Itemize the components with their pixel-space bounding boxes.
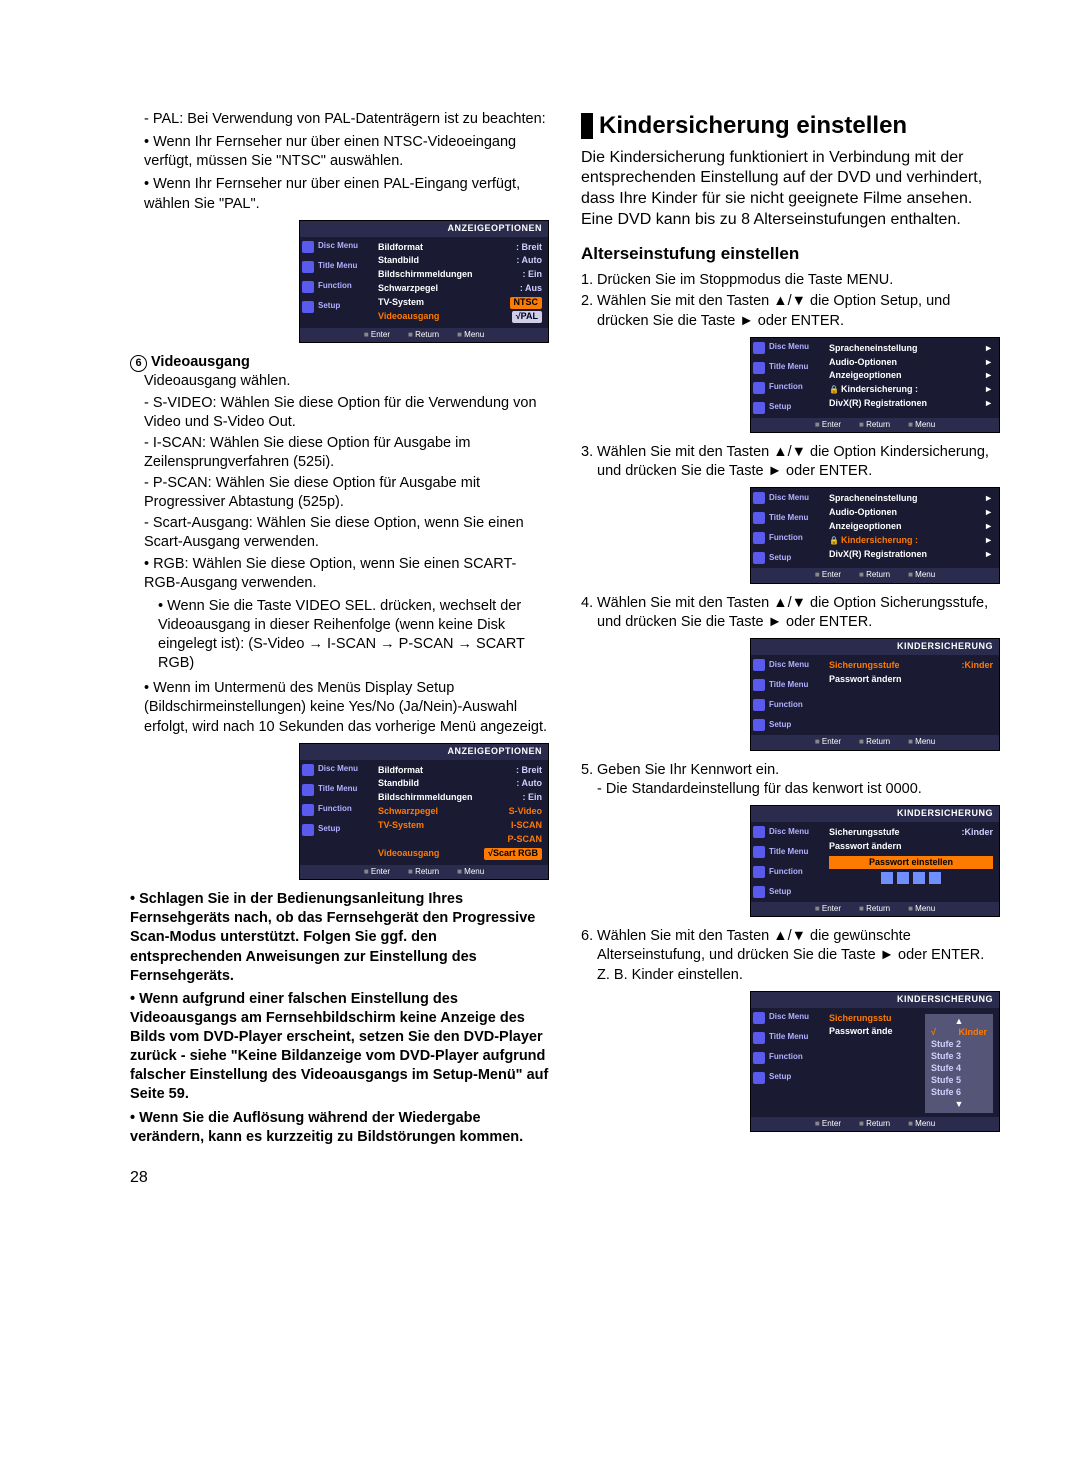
lock-icon: Kindersicherung : xyxy=(829,535,918,547)
password-prompt: Passwort einstellen xyxy=(829,856,993,870)
iscan-option: - I-SCAN: Wählen Sie diese Option für Au… xyxy=(144,434,549,472)
pal-note: - PAL: Bei Verwendung von PAL-Datenträge… xyxy=(144,110,549,129)
lock-icon: Kindersicherung : xyxy=(829,384,918,396)
submenu-timeout-note: • Wenn im Untermenü des Menüs Display Se… xyxy=(144,679,549,736)
osd-kindersicherung-password: KINDERSICHERUNG Disc Menu Title Menu Fun… xyxy=(750,805,1000,917)
step-number-icon: 6 xyxy=(130,355,147,372)
manual-page: - PAL: Bei Verwendung von PAL-Datenträge… xyxy=(0,0,1080,1461)
videosel-note: • Wenn Sie die Taste VIDEO SEL. drücken,… xyxy=(158,597,549,674)
warning-resolution: • Wenn Sie die Auflösung während der Wie… xyxy=(130,1109,549,1147)
up-down-icon: ▲/▼ xyxy=(773,293,806,309)
heading-bar-icon xyxy=(581,113,593,139)
videoausgang-intro: Videoausgang wählen. xyxy=(144,372,549,391)
step-1: 1. Drücken Sie im Stoppmodus die Taste M… xyxy=(581,271,1000,290)
left-column: - PAL: Bei Verwendung von PAL-Datenträge… xyxy=(130,110,549,1188)
osd-sidebar: Disc Menu Title Menu Function Setup xyxy=(300,237,374,328)
up-down-icon: ▲/▼ xyxy=(773,928,806,944)
subsection-heading: Alterseinstufung einstellen xyxy=(581,243,1000,265)
two-column-layout: - PAL: Bei Verwendung von PAL-Datenträge… xyxy=(130,110,1000,1188)
warning-progressive: • Schlagen Sie in der Bedienungsanleitun… xyxy=(130,890,549,986)
step-5: 5. Geben Sie Ihr Kennwort ein. - Die Sta… xyxy=(581,761,1000,799)
password-fields xyxy=(829,872,993,884)
section-heading: Kindersicherung einstellen xyxy=(581,110,1000,142)
pscan-option: - P-SCAN: Wählen Sie diese Option für Au… xyxy=(144,474,549,512)
up-down-icon: ▲/▼ xyxy=(773,595,806,611)
osd-kindersicherung-1: KINDERSICHERUNG Disc Menu Title Menu Fun… xyxy=(750,638,1000,750)
videoausgang-heading: 6Videoausgang xyxy=(130,353,549,372)
osd-setup-menu-1: Disc Menu Title Menu Function Setup Spra… xyxy=(750,337,1000,434)
scart-option: - Scart-Ausgang: Wählen Sie diese Option… xyxy=(144,514,549,552)
step-2: 2. Wählen Sie mit den Tasten ▲/▼ die Opt… xyxy=(581,292,1000,330)
section-intro: Die Kindersicherung funktioniert in Verb… xyxy=(581,148,1000,231)
ntsc-note: • Wenn Ihr Fernseher nur über einen NTSC… xyxy=(144,133,549,171)
section-title: Kindersicherung einstellen xyxy=(599,110,907,142)
step-6: 6. Wählen Sie mit den Tasten ▲/▼ die gew… xyxy=(581,927,1000,984)
osd-title: ANZEIGEOPTIONEN xyxy=(300,744,548,760)
page-number: 28 xyxy=(130,1167,549,1188)
svideo-option: - S-VIDEO: Wählen Sie diese Option für d… xyxy=(144,394,549,432)
osd-anzeigeoptionen-1: ANZEIGEOPTIONEN Disc Menu Title Menu Fun… xyxy=(299,220,549,344)
up-down-icon: ▲/▼ xyxy=(773,444,806,460)
step-4: 4. Wählen Sie mit den Tasten ▲/▼ die Opt… xyxy=(581,594,1000,632)
pal-select-note: • Wenn Ihr Fernseher nur über einen PAL-… xyxy=(144,175,549,213)
warning-reset: • Wenn aufgrund einer falschen Einstellu… xyxy=(130,990,549,1105)
rgb-option: • RGB: Wählen Sie diese Option, wenn Sie… xyxy=(144,555,549,593)
step-3: 3. Wählen Sie mit den Tasten ▲/▼ die Opt… xyxy=(581,443,1000,481)
osd-kindersicherung-levels: KINDERSICHERUNG Disc Menu Title Menu Fun… xyxy=(750,991,1000,1132)
osd-title: ANZEIGEOPTIONEN xyxy=(300,221,548,237)
osd-anzeigeoptionen-2: ANZEIGEOPTIONEN Disc Menu Title Menu Fun… xyxy=(299,743,549,881)
osd-setup-menu-2: Disc Menu Title Menu Function Setup Spra… xyxy=(750,487,1000,584)
right-column: Kindersicherung einstellen Die Kindersic… xyxy=(581,110,1000,1188)
